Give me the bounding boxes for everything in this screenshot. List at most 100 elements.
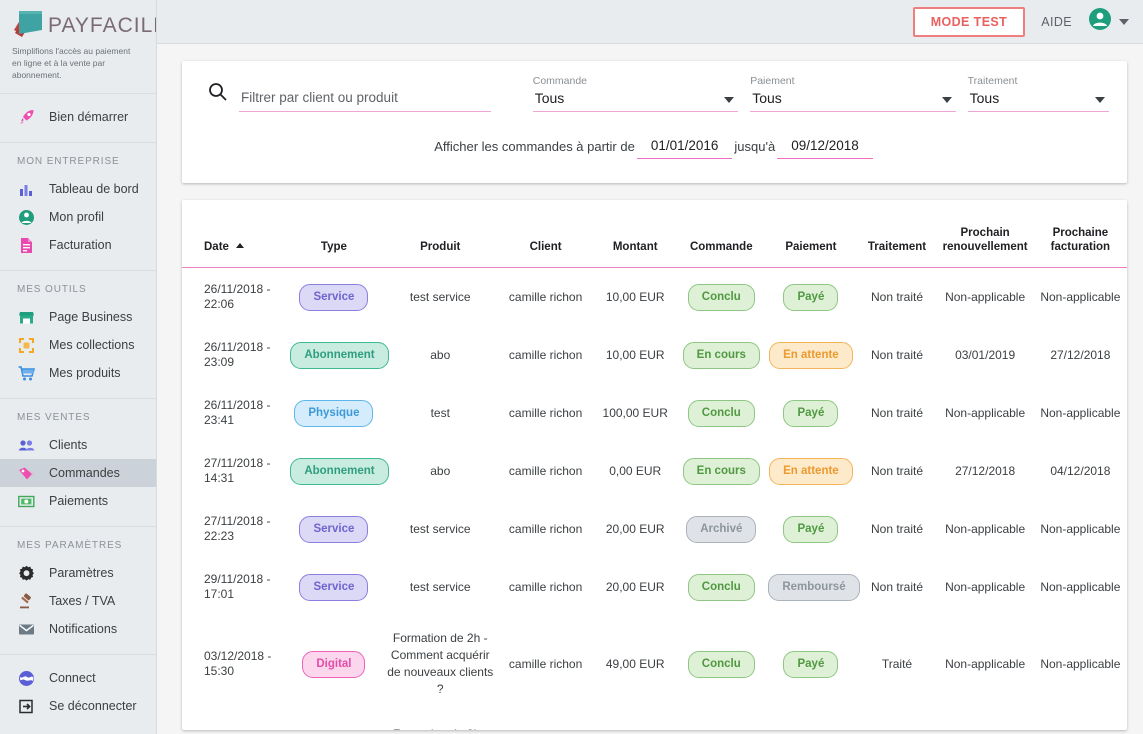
table-row[interactable]: 27/11/2018 -14:31 Abonnement abo camille ri… [182, 442, 1127, 500]
cell-traitement: Non traité [870, 463, 924, 478]
paiement-status-badge: Payé [783, 399, 839, 427]
cell-type: Digital [286, 712, 381, 730]
table-row[interactable]: 29/11/2018 -17:01 Service test service cami… [182, 558, 1127, 616]
paiement-status-badge: Payé [783, 515, 839, 543]
cell-produit: test service [409, 579, 471, 594]
date-from-input[interactable]: 01/01/2016 [636, 138, 733, 159]
cell-montant: 10,00 EUR [605, 347, 665, 362]
sidebar-item-mes-produits[interactable]: Mes produits [0, 359, 156, 387]
cell-produit: test [430, 405, 450, 420]
cell-renouvellement: Non-applicable [945, 579, 1026, 594]
sidebar-group-mes-parametres: MES PARAMÈTRES Paramètres Taxes / TVA No… [0, 527, 156, 652]
cell-renouvellement: Non-applicable [937, 712, 1034, 730]
type-badge: Digital [302, 650, 366, 678]
col-header-traitement[interactable]: Traitement [857, 200, 937, 268]
sidebar-item-label: Mes collections [49, 338, 135, 352]
commande-status-badge: Conclu [687, 573, 755, 601]
sidebar-item-mes-collections[interactable]: Mes collections [0, 331, 156, 359]
filters-card: Commande Tous Paiement Tous Traitement T… [182, 61, 1127, 183]
cell-montant: 10,00 EUR [605, 289, 665, 304]
sidebar-item-taxes-tva[interactable]: Taxes / TVA [0, 587, 156, 615]
sidebar-item-clients[interactable]: Clients [0, 431, 156, 459]
envelope-icon [17, 620, 36, 639]
sidebar-item-paiements[interactable]: Paiements [0, 487, 156, 515]
table-row[interactable]: 26/11/2018 -23:09 Abonnement abo camille ri… [182, 326, 1127, 384]
cell-traitement: Traité [881, 656, 913, 671]
sidebar-item-label: Se déconnecter [49, 699, 137, 713]
sidebar-item-facturation[interactable]: Facturation [0, 231, 156, 259]
cell-renouvellement: 03/01/2019 [955, 347, 1016, 362]
cell-client: camille richon [508, 289, 583, 304]
sidebar-item-parametres[interactable]: Paramètres [0, 559, 156, 587]
traitement-filter-value[interactable]: Tous [967, 90, 1109, 112]
search-field-group [208, 82, 491, 112]
search-input[interactable] [239, 90, 491, 112]
cell-facturation: Non-applicable [1040, 405, 1121, 420]
cell-date: 03/12/2018 -15:30 [204, 649, 272, 678]
traitement-filter[interactable]: Traitement Tous [967, 75, 1109, 112]
brand-logo[interactable]: PAYFACILE Simplifions l'accès au paiemen… [0, 0, 156, 91]
table-row[interactable]: 26/11/2018 -23:41 Physique test camille ric… [182, 384, 1127, 442]
paiement-filter-value[interactable]: Tous [750, 90, 956, 112]
cart-icon [17, 364, 36, 383]
logout-icon [17, 697, 36, 716]
table-row[interactable]: 03/12/2018 -15:30 Digital Formation de 2h … [182, 616, 1127, 712]
cell-traitement: Non traité [870, 579, 924, 594]
col-header-prochaine-facturation[interactable]: Prochaine facturation [1033, 200, 1127, 268]
col-header-client[interactable]: Client [499, 200, 593, 268]
commande-filter-label: Commande [532, 75, 588, 87]
table-row[interactable]: 03/12/2018 -15:40DigitalFormation de 2h … [182, 712, 1127, 730]
sidebar-item-tableau-de-bord[interactable]: Tableau de bord [0, 175, 156, 203]
cell-paiement: Remboursé [764, 558, 860, 616]
mode-test-button[interactable]: MODE TEST [912, 6, 1026, 37]
col-header-date[interactable]: Date [182, 200, 287, 268]
cell-client: camille richon [508, 579, 583, 594]
cell-produit: abo [430, 347, 451, 362]
col-header-prochain-renouvellement[interactable]: Prochain renouvellement [936, 200, 1034, 268]
sidebar-item-label: Bien démarrer [49, 110, 129, 124]
col-header-commande[interactable]: Commande [678, 200, 765, 268]
commande-filter-value[interactable]: Tous [532, 90, 739, 112]
sidebar-item-notifications[interactable]: Notifications [0, 615, 156, 643]
type-badge: Physique [294, 399, 374, 427]
paiement-filter[interactable]: Paiement Tous [750, 75, 956, 112]
cell-paiement: Payé [764, 268, 857, 327]
col-header-montant[interactable]: Montant [592, 200, 679, 268]
search-icon[interactable] [208, 82, 227, 112]
brand-name: PAYFACILE [48, 14, 157, 37]
commande-filter[interactable]: Commande Tous [532, 75, 739, 112]
col-header-produit[interactable]: Produit [381, 200, 499, 268]
cell-renouvellement: Non-applicable [945, 405, 1026, 420]
filter-row: Commande Tous Paiement Tous Traitement T… [200, 75, 1109, 112]
date-to-input[interactable]: 09/12/2018 [777, 138, 873, 159]
col-header-paiement[interactable]: Paiement [764, 200, 858, 268]
sidebar-item-connect[interactable]: Connect [0, 664, 156, 692]
sidebar-item-mon-profil[interactable]: Mon profil [0, 203, 156, 231]
sidebar-item-page-business[interactable]: Page Business [0, 303, 156, 331]
cell-commande: Conclu [678, 268, 764, 327]
cell-traitement: Non traité [870, 289, 924, 304]
table-row[interactable]: 26/11/2018 -22:06 Service test service cami… [182, 268, 1127, 327]
cell-commande: En cours [678, 442, 764, 500]
cell-paiement: En attente [764, 326, 857, 384]
cell-commande: Conclu [678, 712, 764, 730]
brand-tagline: Simplifions l'accès au paiement en ligne… [12, 46, 131, 80]
sidebar-item-se-deconnecter[interactable]: Se déconnecter [0, 692, 156, 720]
col-header-type[interactable]: Type [286, 200, 382, 268]
type-badge: Abonnement [290, 457, 389, 485]
sidebar-item-commandes[interactable]: Commandes [0, 459, 156, 487]
commande-status-badge: En cours [682, 341, 760, 369]
table-body: 26/11/2018 -22:06 Service test service cami… [182, 268, 1127, 730]
paiement-status-badge: Remboursé [768, 573, 860, 601]
aide-link[interactable]: AIDE [1041, 15, 1072, 29]
sidebar-item-label: Facturation [49, 238, 112, 252]
sidebar-item-bien-demarrer[interactable]: Bien démarrer [0, 103, 156, 131]
cell-commande: Conclu [678, 558, 764, 616]
cell-date: 29/11/2018 -17:01 [204, 572, 271, 601]
chevron-down-icon [1095, 97, 1105, 103]
paiement-filter-label: Paiement [750, 75, 795, 87]
table-row[interactable]: 27/11/2018 -22:23 Service test service cami… [182, 500, 1127, 558]
paiement-status-badge: Payé [783, 283, 839, 311]
cell-client: camille richon [508, 347, 583, 362]
account-menu[interactable] [1088, 7, 1129, 36]
